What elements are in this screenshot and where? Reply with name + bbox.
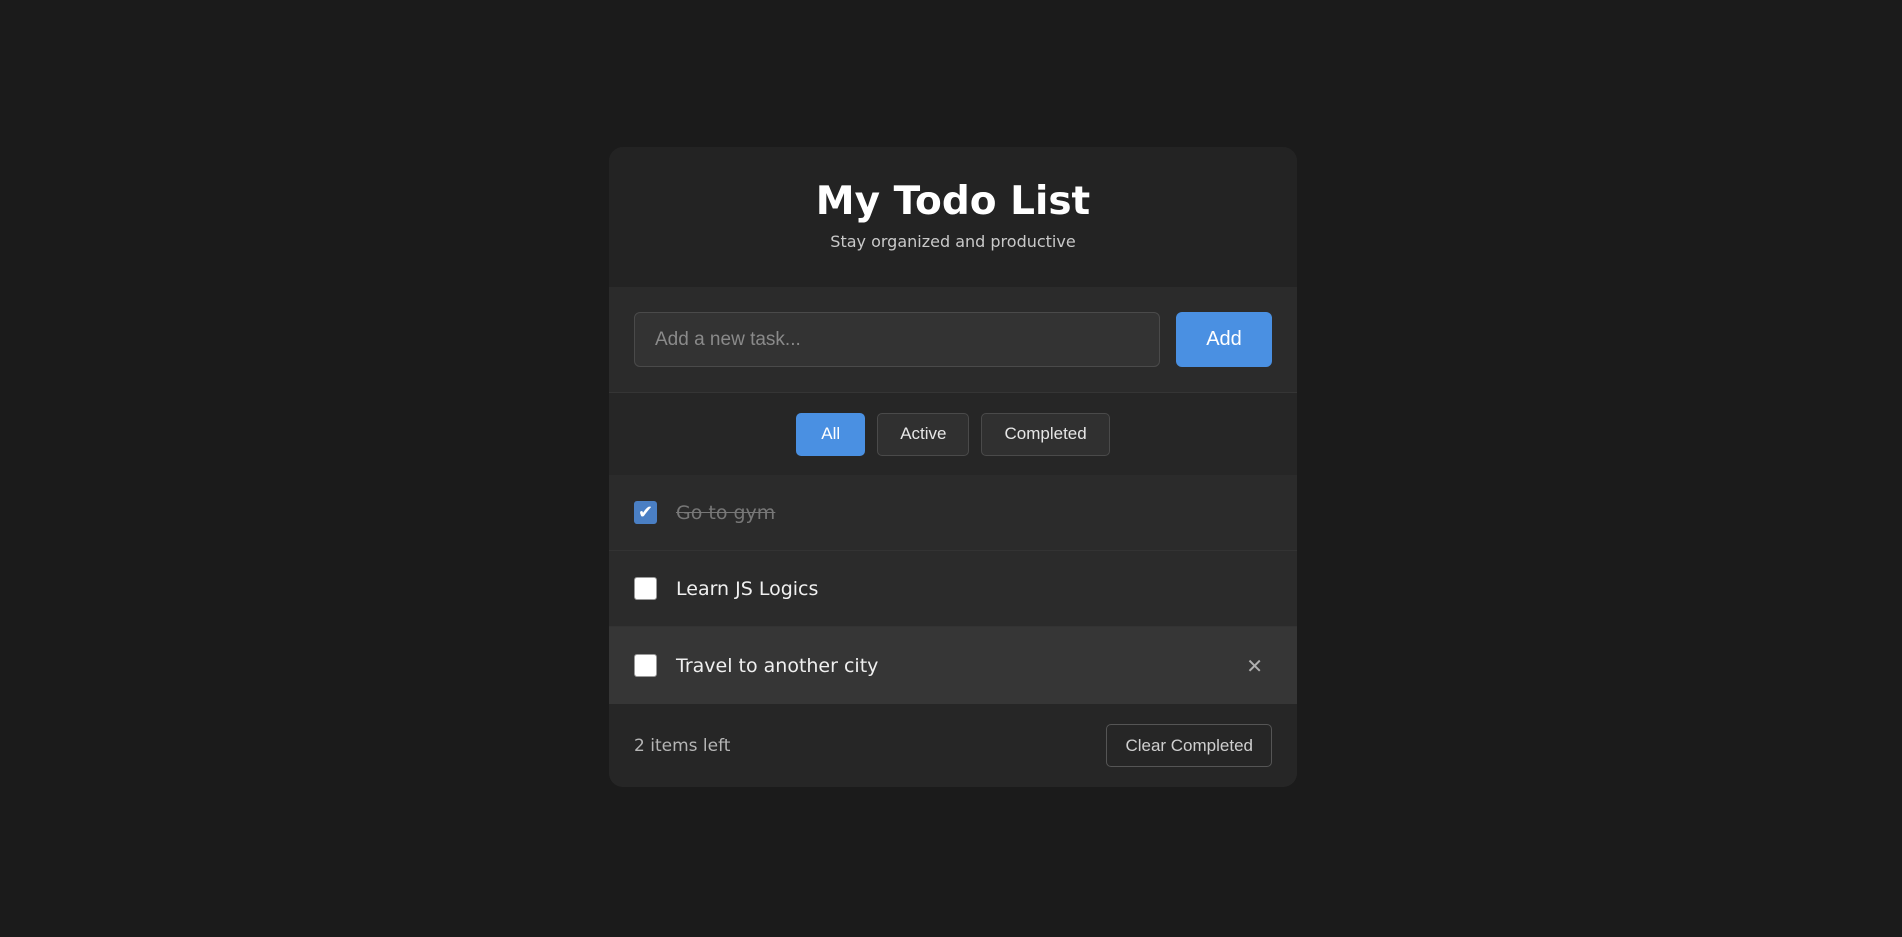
add-task-row: Add — [609, 287, 1297, 393]
footer: 2 items left Clear Completed — [609, 704, 1297, 787]
todo-item: ✔ Go to gym — [609, 475, 1297, 551]
todo-item: Learn JS Logics — [609, 551, 1297, 627]
checkmark-icon: ✔ — [637, 501, 654, 523]
filter-all-button[interactable]: All — [796, 412, 866, 456]
todo-checkbox[interactable] — [634, 577, 657, 600]
items-left-count: 2 items left — [634, 735, 731, 756]
todo-checkbox[interactable]: ✔ — [634, 501, 657, 524]
page-title: My Todo List — [815, 179, 1091, 224]
todo-text[interactable]: Learn JS Logics — [676, 578, 818, 600]
todo-list: ✔ Go to gym Learn JS Logics Travel to an… — [609, 475, 1297, 704]
todo-card: My Todo List Stay organized and producti… — [609, 147, 1297, 787]
todo-text[interactable]: Travel to another city — [676, 655, 878, 677]
todo-item: Travel to another city ✕ — [609, 627, 1297, 704]
page-subtitle: Stay organized and productive — [830, 231, 1076, 251]
add-button[interactable]: Add — [1176, 312, 1272, 367]
todo-checkbox[interactable] — [634, 654, 657, 677]
header: My Todo List Stay organized and producti… — [609, 147, 1297, 287]
filter-completed-button[interactable]: Completed — [981, 412, 1110, 456]
filter-active-button[interactable]: Active — [877, 412, 970, 456]
close-icon[interactable]: ✕ — [1246, 654, 1263, 678]
new-task-input[interactable] — [634, 312, 1160, 367]
filter-bar: All Active Completed — [609, 393, 1297, 475]
clear-completed-button[interactable]: Clear Completed — [1106, 724, 1272, 767]
todo-text[interactable]: Go to gym — [676, 502, 775, 524]
